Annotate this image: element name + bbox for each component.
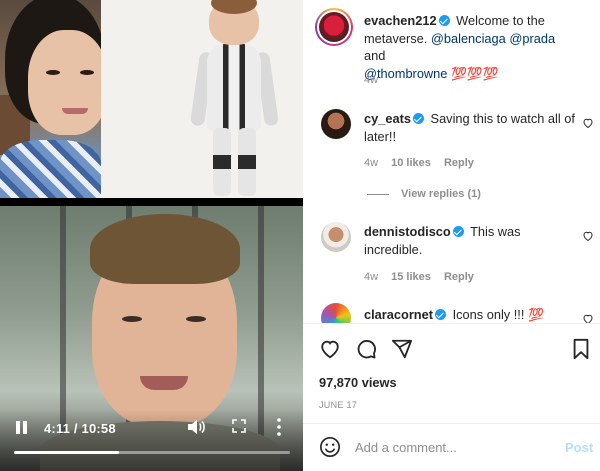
video-controls-bar [0,409,303,471]
fullscreen-icon[interactable] [232,419,246,433]
verified-badge-icon [438,15,450,26]
pause-icon[interactable] [14,420,30,436]
avatar-dennistodisco[interactable] [321,222,351,252]
post-caption: evachen212 Welcome to the metaverse. @ba… [364,12,578,82]
post-button[interactable]: Post [565,440,593,455]
post-date: JUNE 17 [319,400,358,410]
comment-username[interactable]: cy_eats [364,111,411,126]
video-progress-bar[interactable] [14,451,290,454]
mention-balenciaga[interactable]: @balenciaga [431,31,506,46]
comment-like-heart-icon[interactable] [582,230,594,242]
verified-badge-icon [412,113,424,124]
reply-button[interactable]: Reply [444,271,474,283]
composer-divider [303,423,600,424]
volume-icon[interactable] [186,418,206,436]
comment-item: dennistodisco This was incredible. [364,223,578,258]
comments-panel: evachen212 Welcome to the metaverse. @ba… [303,0,600,471]
video-player[interactable]: 4:11 / 10:58 [0,0,303,471]
reply-button[interactable]: Reply [444,157,474,169]
comment-meta: 4w 15 likes Reply [364,271,484,283]
avatar-cy-eats[interactable] [321,109,351,139]
verified-badge-icon [452,226,464,237]
comment-item: cy_eats Saving this to watch all of late… [364,110,578,145]
comment-username[interactable]: dennistodisco [364,224,451,239]
avatar-evachen212[interactable] [315,8,353,46]
emoji-icon[interactable] [319,436,341,458]
comment-meta: 4w 10 likes Reply [364,157,484,169]
heart-icon[interactable] [319,338,341,360]
caption-emoji: 💯💯💯 [450,65,499,81]
comment-emoji: 💯 [527,307,544,322]
caption-age: 4w [364,74,379,86]
video-time: 4:11 / 10:58 [44,421,116,436]
caption-and: and [364,48,386,63]
comment-age: 4w [364,157,379,169]
comment-username[interactable]: claracornet [364,307,433,322]
video-tile-woman [0,0,101,198]
video-tile-avatar [101,0,303,198]
caption-username[interactable]: evachen212 [364,13,437,28]
share-icon[interactable] [391,338,413,360]
more-options-icon[interactable] [276,417,282,437]
view-replies-button[interactable]: View replies (1) [367,188,481,200]
comment-likes[interactable]: 10 likes [391,157,431,169]
view-count[interactable]: 97,870 views [319,375,397,390]
comment-like-heart-icon[interactable] [582,117,594,129]
mention-prada[interactable]: @prada [509,31,555,46]
add-comment-input[interactable] [355,434,555,460]
comment-icon[interactable] [355,338,377,360]
bookmark-icon[interactable] [571,338,591,360]
video-progress-fill [14,451,120,454]
comment-item: claracornet Icons only !!! 💯 [364,306,578,324]
verified-badge-icon [435,309,446,320]
comment-likes[interactable]: 15 likes [391,271,431,283]
comment-text: Icons only !!! [452,307,525,322]
comment-age: 4w [364,271,379,283]
